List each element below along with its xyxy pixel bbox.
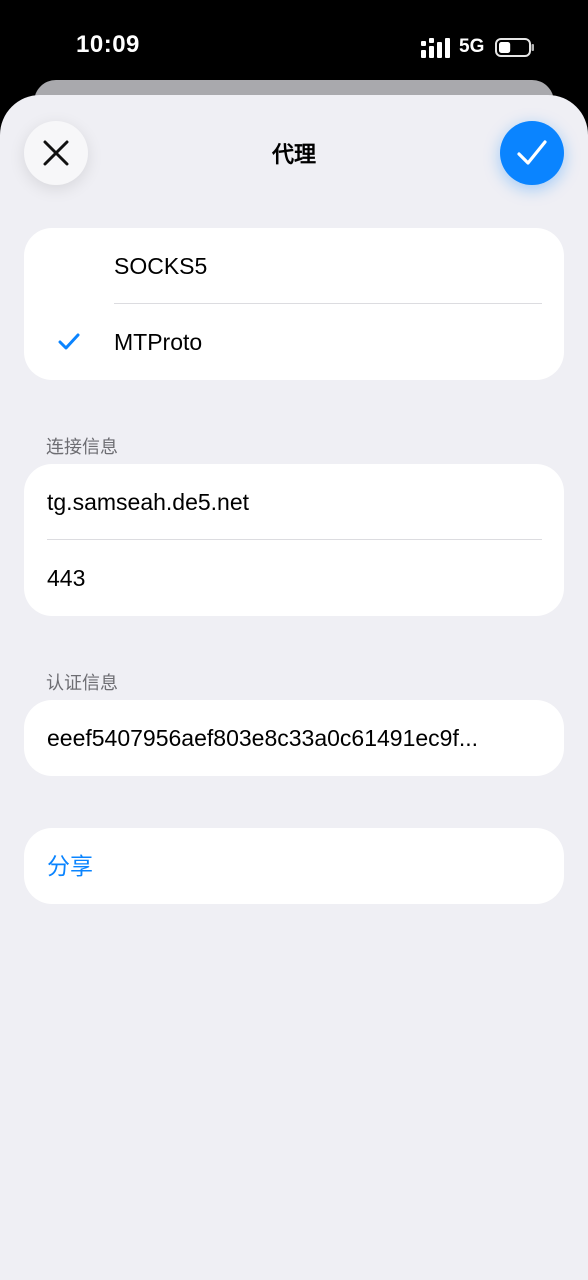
cellular-signal-icon bbox=[421, 38, 450, 58]
port-field[interactable]: 443 bbox=[24, 540, 564, 616]
status-time: 10:09 bbox=[76, 31, 140, 58]
selected-check-icon bbox=[58, 333, 80, 350]
share-button[interactable]: 分享 bbox=[24, 828, 564, 904]
section-label-auth: 认证信息 bbox=[46, 673, 118, 693]
network-type: 5G bbox=[459, 36, 485, 57]
server-value: tg.samseah.de5.net bbox=[47, 489, 250, 515]
port-value: 443 bbox=[47, 565, 86, 591]
checkmark-icon bbox=[517, 140, 547, 165]
connection-info-group: tg.samseah.de5.net 443 bbox=[24, 464, 564, 616]
proxy-type-list: SOCKS5 MTProto bbox=[24, 228, 564, 380]
proxy-type-mtproto[interactable]: MTProto bbox=[24, 304, 564, 380]
secret-field[interactable]: eeef5407956aef803e8c33a0c61491ec9f... bbox=[24, 700, 564, 776]
status-bar: 10:09 5G bbox=[0, 0, 588, 80]
battery-icon bbox=[495, 38, 534, 57]
proxy-sheet: 代理 SOCKS5 MTProto 连接信息 tg.samseah.de5.ne… bbox=[0, 95, 588, 1280]
server-field[interactable]: tg.samseah.de5.net bbox=[24, 464, 564, 540]
section-label-connection: 连接信息 bbox=[46, 437, 118, 457]
proxy-type-label: MTProto bbox=[114, 329, 203, 355]
proxy-type-socks5[interactable]: SOCKS5 bbox=[24, 228, 564, 304]
proxy-type-label: SOCKS5 bbox=[114, 253, 208, 279]
auth-info-group: eeef5407956aef803e8c33a0c61491ec9f... bbox=[24, 700, 564, 776]
confirm-button[interactable] bbox=[500, 121, 564, 185]
share-label: 分享 bbox=[47, 853, 93, 879]
secret-value: eeef5407956aef803e8c33a0c61491ec9f... bbox=[47, 725, 479, 751]
